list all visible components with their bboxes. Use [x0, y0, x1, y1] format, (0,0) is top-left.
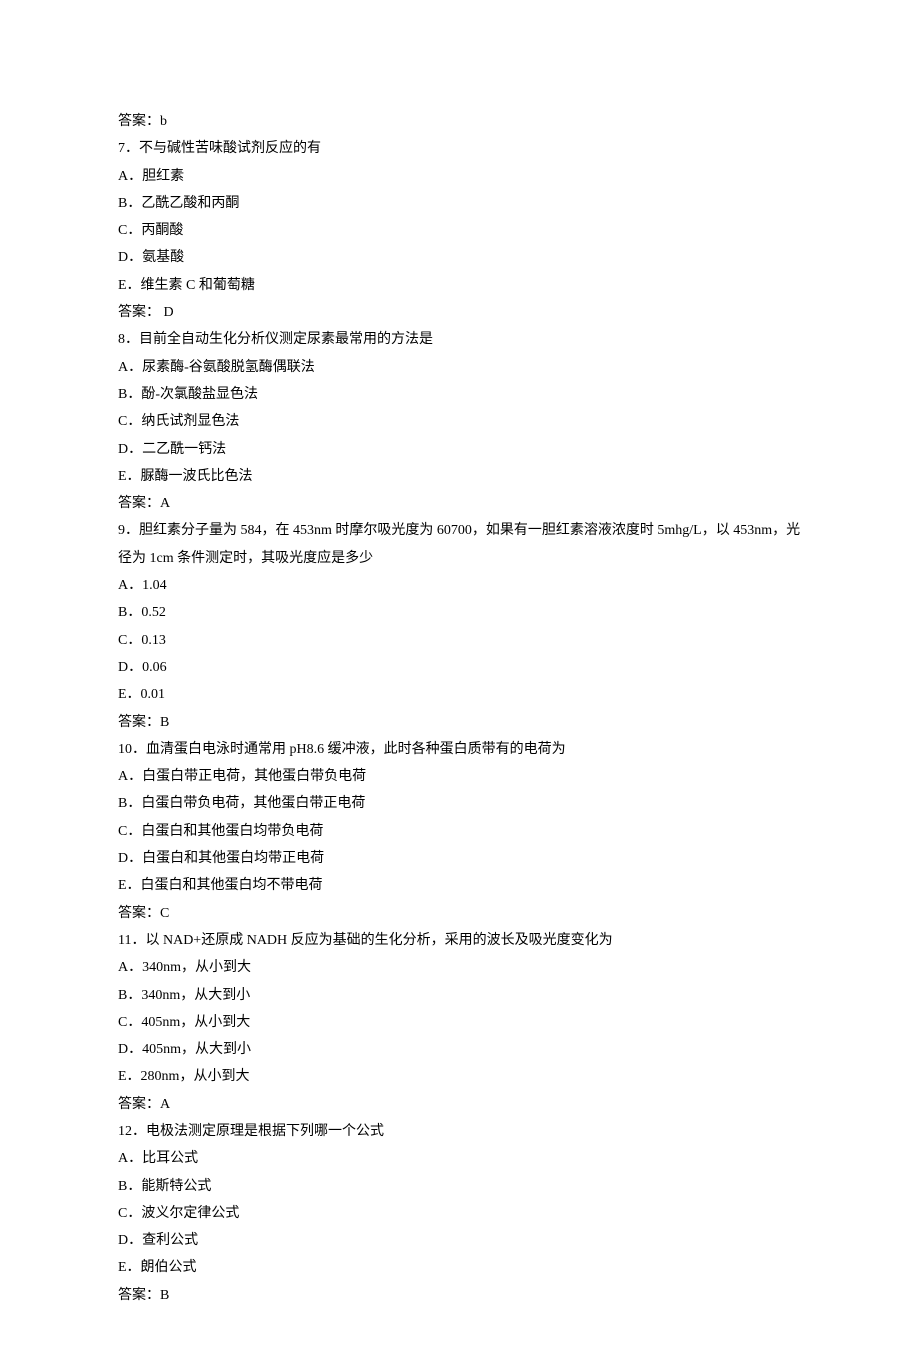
text-line: C．纳氏试剂显色法 [118, 408, 802, 435]
text-line: D．405nm，从大到小 [118, 1036, 802, 1063]
text-line: 10．血清蛋白电泳时通常用 pH8.6 缓冲液，此时各种蛋白质带有的电荷为 [118, 736, 802, 763]
text-line: E．脲酶一波氏比色法 [118, 463, 802, 490]
text-line: A．尿素酶-谷氨酸脱氢酶偶联法 [118, 354, 802, 381]
text-line: D．查利公式 [118, 1227, 802, 1254]
text-line: B．340nm，从大到小 [118, 982, 802, 1009]
text-line: C．0.13 [118, 627, 802, 654]
document-page: 答案：b7．不与碱性苦味酸试剂反应的有A．胆红素B．乙酰乙酸和丙酮C．丙酮酸D．… [0, 0, 920, 1369]
text-line: A．340nm，从小到大 [118, 954, 802, 981]
text-line: D．白蛋白和其他蛋白均带正电荷 [118, 845, 802, 872]
text-line: E．白蛋白和其他蛋白均不带电荷 [118, 872, 802, 899]
text-line: 答案： D [118, 299, 802, 326]
text-line: A．比耳公式 [118, 1145, 802, 1172]
text-line: B．能斯特公式 [118, 1173, 802, 1200]
text-line: E．维生素 C 和葡萄糖 [118, 272, 802, 299]
text-line: 12．电极法测定原理是根据下列哪一个公式 [118, 1118, 802, 1145]
text-line: C．丙酮酸 [118, 217, 802, 244]
text-line: 11．以 NAD+还原成 NADH 反应为基础的生化分析，采用的波长及吸光度变化… [118, 927, 802, 954]
text-line: 答案：b [118, 108, 802, 135]
text-line: C．白蛋白和其他蛋白均带负电荷 [118, 818, 802, 845]
text-line: D．氨基酸 [118, 244, 802, 271]
text-line: A．1.04 [118, 572, 802, 599]
text-line: D．二乙酰一钙法 [118, 436, 802, 463]
text-line: D．0.06 [118, 654, 802, 681]
text-line: 答案：A [118, 490, 802, 517]
text-line: 答案：C [118, 900, 802, 927]
text-line: B．白蛋白带负电荷，其他蛋白带正电荷 [118, 790, 802, 817]
text-line: C．405nm，从小到大 [118, 1009, 802, 1036]
text-line: 答案：B [118, 709, 802, 736]
text-line: C．波义尔定律公式 [118, 1200, 802, 1227]
text-line: 答案：A [118, 1091, 802, 1118]
text-line: B．0.52 [118, 599, 802, 626]
text-line: 9．胆红素分子量为 584，在 453nm 时摩尔吸光度为 60700，如果有一… [118, 517, 802, 572]
text-line: A．白蛋白带正电荷，其他蛋白带负电荷 [118, 763, 802, 790]
text-line: B．酚-次氯酸盐显色法 [118, 381, 802, 408]
text-line: 7．不与碱性苦味酸试剂反应的有 [118, 135, 802, 162]
text-line: 8．目前全自动生化分析仪测定尿素最常用的方法是 [118, 326, 802, 353]
text-line: B．乙酰乙酸和丙酮 [118, 190, 802, 217]
document-body: 答案：b7．不与碱性苦味酸试剂反应的有A．胆红素B．乙酰乙酸和丙酮C．丙酮酸D．… [118, 108, 802, 1309]
text-line: E．280nm，从小到大 [118, 1063, 802, 1090]
text-line: 答案：B [118, 1282, 802, 1309]
text-line: A．胆红素 [118, 163, 802, 190]
text-line: E．朗伯公式 [118, 1254, 802, 1281]
text-line: E．0.01 [118, 681, 802, 708]
